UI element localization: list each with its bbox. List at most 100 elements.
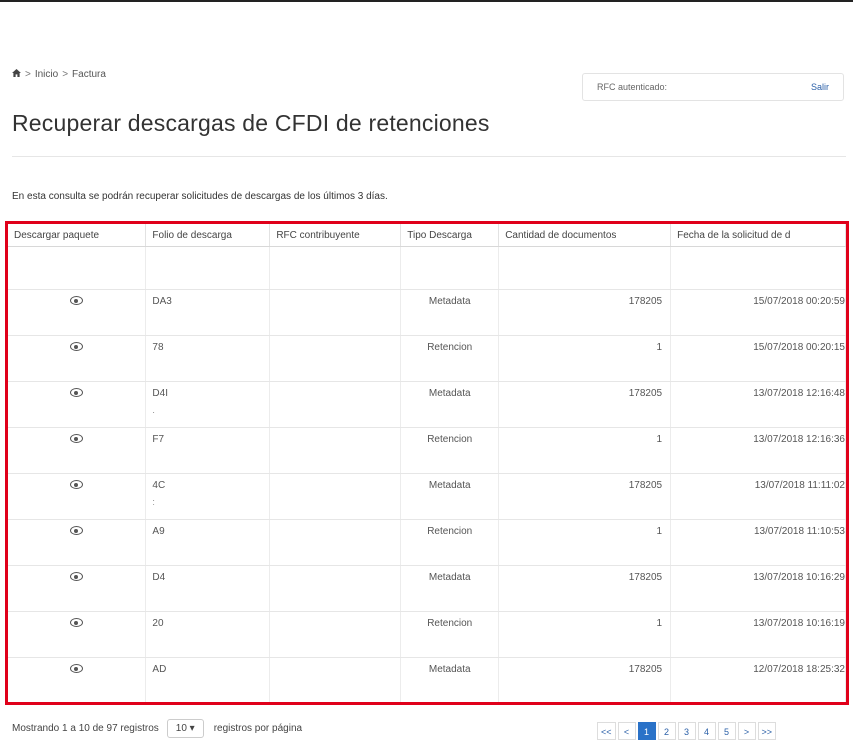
download-cell [8,381,147,428]
page-description: En esta consulta se podrán recuperar sol… [12,191,388,202]
cantidad-cell: 178205 [498,473,672,520]
folio-cell: 20 [145,611,271,658]
folio-value: 20 [152,618,164,629]
fecha-cell: 15/07/2018 00:20:59 [670,289,846,336]
table-row: DA3 Metadata 178205 15/07/2018 00:20:59 [8,289,846,336]
table-row: 20 Retencion 1 13/07/2018 10:16:19 [8,611,846,658]
tipo-cell: Metadata [400,289,500,336]
cantidad-cell: 178205 [498,657,672,702]
page-button[interactable]: 4 [697,722,716,740]
fecha-cell: 13/07/2018 11:11:02 [670,473,846,520]
rfc-cell [269,335,402,382]
records-info: Mostrando 1 a 10 de 97 registros [12,723,159,734]
eye-icon[interactable] [70,526,84,535]
fecha-cell: 13/07/2018 12:16:36 [670,427,846,474]
eye-icon[interactable] [70,572,84,581]
rfc-auth-label: RFC autenticado: [597,82,668,92]
pagination: << <1 2 3 4 5 > >> [597,722,777,740]
page-button[interactable]: 1 [637,722,656,740]
tipo-cell: Retencion [400,519,500,566]
cantidad-cell: 1 [498,335,672,382]
folio-cell: AD [145,657,271,702]
rfc-cell [269,289,402,336]
folio-extra: . [152,405,155,415]
eye-icon[interactable] [70,664,84,673]
page-button[interactable]: 3 [677,722,696,740]
table-row: AD Metadata 178205 12/07/2018 18:25:32 [8,657,846,702]
eye-icon[interactable] [70,480,84,489]
page-button[interactable]: << [597,722,616,740]
folio-value: 4C [152,480,166,491]
table-row: F7 Retencion 1 13/07/2018 12:16:36 [8,427,846,474]
folio-cell: 4C: [145,473,271,520]
cantidad-cell: 178205 [498,381,672,428]
tipo-cell: Retencion [400,611,500,658]
folio-value: 78 [152,342,164,353]
tipo-cell: Metadata [400,657,500,702]
home-icon[interactable] [12,69,21,80]
cantidad-cell: 178205 [498,289,672,336]
eye-icon[interactable] [70,296,84,305]
page-button[interactable]: < [617,722,636,740]
results-table: Descargar paquete Folio de descarga RFC … [8,224,846,702]
results-table-frame: Descargar paquete Folio de descarga RFC … [5,221,849,705]
col-tipo-descarga[interactable]: Tipo Descarga [400,224,500,247]
breadcrumb-separator: > [25,69,31,80]
cantidad-cell: 1 [498,519,672,566]
folio-cell: DA3 [145,289,271,336]
breadcrumb: > Inicio > Factura [12,69,106,80]
folio-cell: F7 [145,427,271,474]
folio-value: AD [152,664,167,675]
table-row: 78 Retencion 1 15/07/2018 00:20:15 [8,335,846,382]
fecha-cell: 13/07/2018 10:16:29 [670,565,846,612]
rfc-cell [269,519,402,566]
tipo-cell: Retencion [400,427,500,474]
eye-icon[interactable] [70,388,84,397]
download-cell [8,427,147,474]
col-fecha-solicitud[interactable]: Fecha de la solicitud de d [670,224,846,247]
rfc-auth-box: RFC autenticado: Salir [582,73,844,101]
rfc-cell [269,611,402,658]
col-descargar-paquete[interactable]: Descargar paquete [8,224,147,247]
tipo-cell: Metadata [400,565,500,612]
table-row: D4 Metadata 178205 13/07/2018 10:16:29 [8,565,846,612]
breadcrumb-inicio[interactable]: Inicio [35,69,58,80]
fecha-cell: 12/07/2018 18:25:32 [670,657,846,702]
table-row: A9 Retencion 1 13/07/2018 11:10:53 [8,519,846,566]
folio-cell: 78 [145,335,271,382]
breadcrumb-separator: > [62,69,69,80]
download-cell [8,335,147,382]
folio-value: A9 [152,526,165,537]
page-button[interactable]: 2 [657,722,676,740]
folio-cell: D4I. [145,381,271,428]
folio-value: DA3 [152,296,172,307]
tipo-cell: Metadata [400,381,500,428]
page-button[interactable]: >> [757,722,777,740]
fecha-cell: 13/07/2018 10:16:19 [670,611,846,658]
eye-icon[interactable] [70,342,84,351]
table-footer: Mostrando 1 a 10 de 97 registros 10 ▾ re… [12,719,302,738]
page-title: Recuperar descargas de CFDI de retencion… [12,110,490,136]
folio-value: D4 [152,572,166,583]
download-cell [8,657,147,702]
page-button[interactable]: > [737,722,756,740]
page-button[interactable]: 5 [717,722,736,740]
cantidad-cell: 1 [498,611,672,658]
eye-icon[interactable] [70,434,84,443]
logout-link[interactable]: Salir [811,82,829,92]
col-rfc-contribuyente[interactable]: RFC contribuyente [269,224,402,247]
filter-row [8,246,846,290]
rfc-cell [269,381,402,428]
cantidad-cell: 178205 [498,565,672,612]
folio-extra: : [152,497,155,507]
per-page-label: registros por página [213,723,303,734]
download-cell [8,611,147,658]
page-size-select[interactable]: 10 ▾ [166,719,204,738]
col-folio-descarga[interactable]: Folio de descarga [145,224,271,247]
col-cantidad-documentos[interactable]: Cantidad de documentos [498,224,672,247]
table-header-row: Descargar paquete Folio de descarga RFC … [8,224,846,247]
folio-value: F7 [152,434,165,445]
cantidad-cell: 1 [498,427,672,474]
table-row: D4I. Metadata 178205 13/07/2018 12:16:48 [8,381,846,428]
eye-icon[interactable] [70,618,84,627]
